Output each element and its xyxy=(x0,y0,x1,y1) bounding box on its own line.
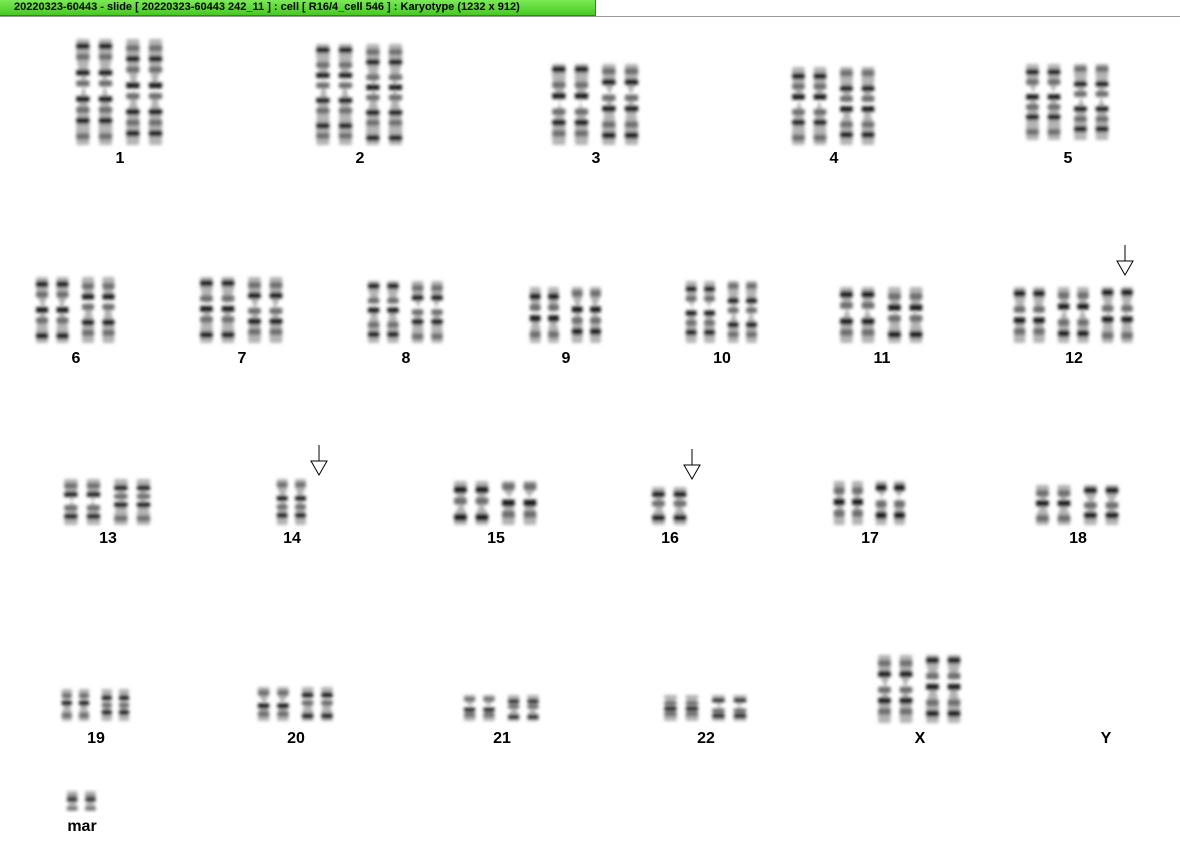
chromosome-label-14: 14 xyxy=(283,530,301,547)
chromosome-label-3: 3 xyxy=(591,150,601,167)
chromosome-11-1[interactable] xyxy=(838,285,878,345)
chromosome-7-1[interactable] xyxy=(198,275,238,345)
chromosome-5-1[interactable] xyxy=(1024,62,1064,142)
chromosome-18-2[interactable] xyxy=(1082,483,1122,527)
chromosome-19-2[interactable] xyxy=(100,687,132,723)
chromosome-11-2[interactable] xyxy=(886,285,926,345)
chromosome-17-1[interactable] xyxy=(832,479,866,527)
chromosome-12-3[interactable] xyxy=(1100,285,1136,345)
chromosome-13-1[interactable] xyxy=(62,477,104,527)
window-title: 20220323-60443 - slide [ 20220323-60443 … xyxy=(14,1,520,13)
chromosome-label-Y: Y xyxy=(1100,730,1112,747)
chromosome-12-2[interactable] xyxy=(1056,285,1092,345)
chromosome-12-1[interactable] xyxy=(1012,285,1048,345)
chromosome-label-16: 16 xyxy=(661,530,679,547)
chromosome-X-1[interactable] xyxy=(876,653,916,725)
chromosome-label-1: 1 xyxy=(115,150,125,167)
chromosome-8-2[interactable] xyxy=(410,279,446,345)
down-arrow-icon xyxy=(682,449,702,481)
chromosome-20-2[interactable] xyxy=(300,685,336,723)
window-titlebar[interactable]: 20220323-60443 - slide [ 20220323-60443 … xyxy=(0,0,1180,17)
chromosome-14-1[interactable] xyxy=(275,477,309,527)
chromosome-19-1[interactable] xyxy=(60,687,92,723)
chromosome-22-1[interactable] xyxy=(662,693,702,723)
karyotype-canvas[interactable]: 1 2 3 4 5 6 7 8 9 10 11 12 13 14 15 16 17 18 19 20 21 22 X Ymar xyxy=(0,17,1180,849)
chromosome-label-X: X xyxy=(914,730,926,747)
chromosome-9-1[interactable] xyxy=(528,285,562,345)
chromosome-17-2[interactable] xyxy=(874,479,908,527)
chromosome-label-13: 13 xyxy=(99,530,117,547)
chromosome-label-6: 6 xyxy=(71,350,81,367)
chromosome-15-2[interactable] xyxy=(500,479,540,527)
chromosome-label-19: 19 xyxy=(87,730,105,747)
chromosome-label-10: 10 xyxy=(713,350,731,367)
down-arrow-icon xyxy=(1115,245,1135,277)
chromosome-mar-1[interactable] xyxy=(65,789,99,813)
chromosome-label-mar: mar xyxy=(67,818,97,835)
chromosome-X-2[interactable] xyxy=(924,653,964,725)
chromosome-10-1[interactable] xyxy=(684,279,718,345)
chromosome-16-1[interactable] xyxy=(650,485,690,527)
chromosome-9-2[interactable] xyxy=(570,285,604,345)
chromosome-4-2[interactable] xyxy=(838,65,878,147)
chromosome-18-1[interactable] xyxy=(1034,483,1074,527)
down-arrow-icon xyxy=(309,445,329,477)
chromosome-3-2[interactable] xyxy=(600,62,642,147)
chromosome-6-2[interactable] xyxy=(80,275,118,345)
chromosome-5-2[interactable] xyxy=(1072,62,1112,142)
chromosome-7-2[interactable] xyxy=(246,275,286,345)
chromosome-10-2[interactable] xyxy=(726,279,760,345)
chromosome-6-1[interactable] xyxy=(34,275,72,345)
chromosome-13-2[interactable] xyxy=(112,477,154,527)
chromosome-21-2[interactable] xyxy=(506,693,542,723)
chromosome-label-15: 15 xyxy=(487,530,505,547)
chromosome-label-20: 20 xyxy=(287,730,305,747)
chromosome-label-8: 8 xyxy=(401,350,411,367)
chromosome-label-21: 21 xyxy=(493,730,511,747)
chromosome-label-11: 11 xyxy=(873,350,891,367)
chromosome-2-2[interactable] xyxy=(364,42,406,147)
chromosome-20-1[interactable] xyxy=(256,685,292,723)
chromosome-8-1[interactable] xyxy=(366,279,402,345)
chromosome-label-4: 4 xyxy=(829,150,839,167)
chromosome-21-1[interactable] xyxy=(462,693,498,723)
chromosome-3-1[interactable] xyxy=(550,62,592,147)
chromosome-label-12: 12 xyxy=(1065,350,1083,367)
chromosome-4-1[interactable] xyxy=(790,65,830,147)
window-title-tab[interactable]: 20220323-60443 - slide [ 20220323-60443 … xyxy=(0,0,596,16)
chromosome-label-9: 9 xyxy=(561,350,571,367)
chromosome-label-18: 18 xyxy=(1069,530,1087,547)
chromosome-label-17: 17 xyxy=(861,530,879,547)
chromosome-label-2: 2 xyxy=(355,150,365,167)
chromosome-1-1[interactable] xyxy=(74,37,116,147)
chromosome-15-1[interactable] xyxy=(452,479,492,527)
chromosome-label-7: 7 xyxy=(237,350,247,367)
chromosome-label-5: 5 xyxy=(1063,150,1073,167)
chromosome-label-22: 22 xyxy=(697,730,715,747)
chromosome-22-2[interactable] xyxy=(710,693,750,723)
chromosome-2-1[interactable] xyxy=(314,42,356,147)
chromosome-1-2[interactable] xyxy=(124,37,166,147)
